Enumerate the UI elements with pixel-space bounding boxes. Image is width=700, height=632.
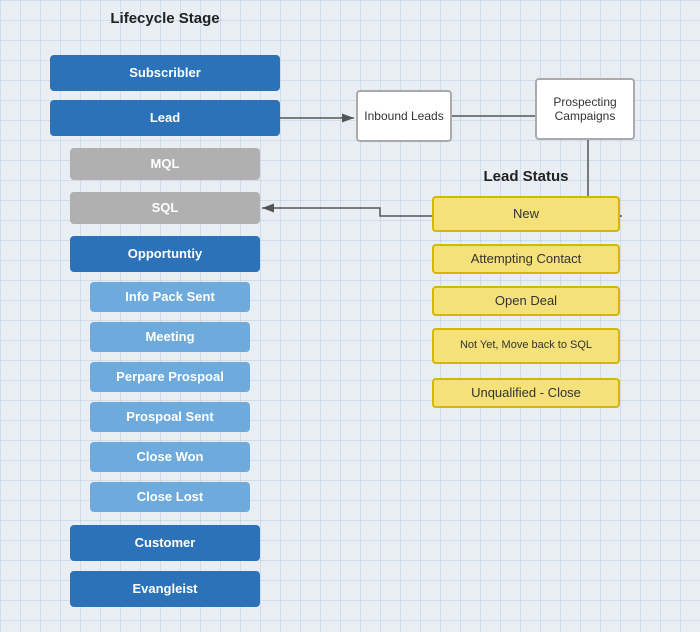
- close-won-box: Close Won: [90, 442, 250, 472]
- customer-box: Customer: [70, 525, 260, 561]
- prospecting-campaigns-box: Prospecting Campaigns: [535, 78, 635, 140]
- diagram-container: Lifecycle Stage Subscribler Lead MQL SQL…: [0, 0, 700, 632]
- mql-box: MQL: [70, 148, 260, 180]
- open-deal-box: Open Deal: [432, 286, 620, 316]
- attempting-contact-box: Attempting Contact: [432, 244, 620, 274]
- info-pack-sent-box: Info Pack Sent: [90, 282, 250, 312]
- not-yet-box: Not Yet, Move back to SQL: [432, 328, 620, 364]
- lead-status-title: Lead Status: [432, 168, 620, 185]
- sql-box: SQL: [70, 192, 260, 224]
- prepare-proposal-box: Perpare Prospoal: [90, 362, 250, 392]
- close-lost-box: Close Lost: [90, 482, 250, 512]
- proposal-sent-box: Prospoal Sent: [90, 402, 250, 432]
- opportunity-box: Opportuntiy: [70, 236, 260, 272]
- evangelist-box: Evangleist: [70, 571, 260, 607]
- unqualified-box: Unqualified - Close: [432, 378, 620, 408]
- lead-box: Lead: [50, 100, 280, 136]
- inbound-leads-box: Inbound Leads: [356, 90, 452, 142]
- subscribler-box: Subscribler: [50, 55, 280, 91]
- lifecycle-title: Lifecycle Stage: [50, 10, 280, 27]
- new-box: New: [432, 196, 620, 232]
- meeting-box: Meeting: [90, 322, 250, 352]
